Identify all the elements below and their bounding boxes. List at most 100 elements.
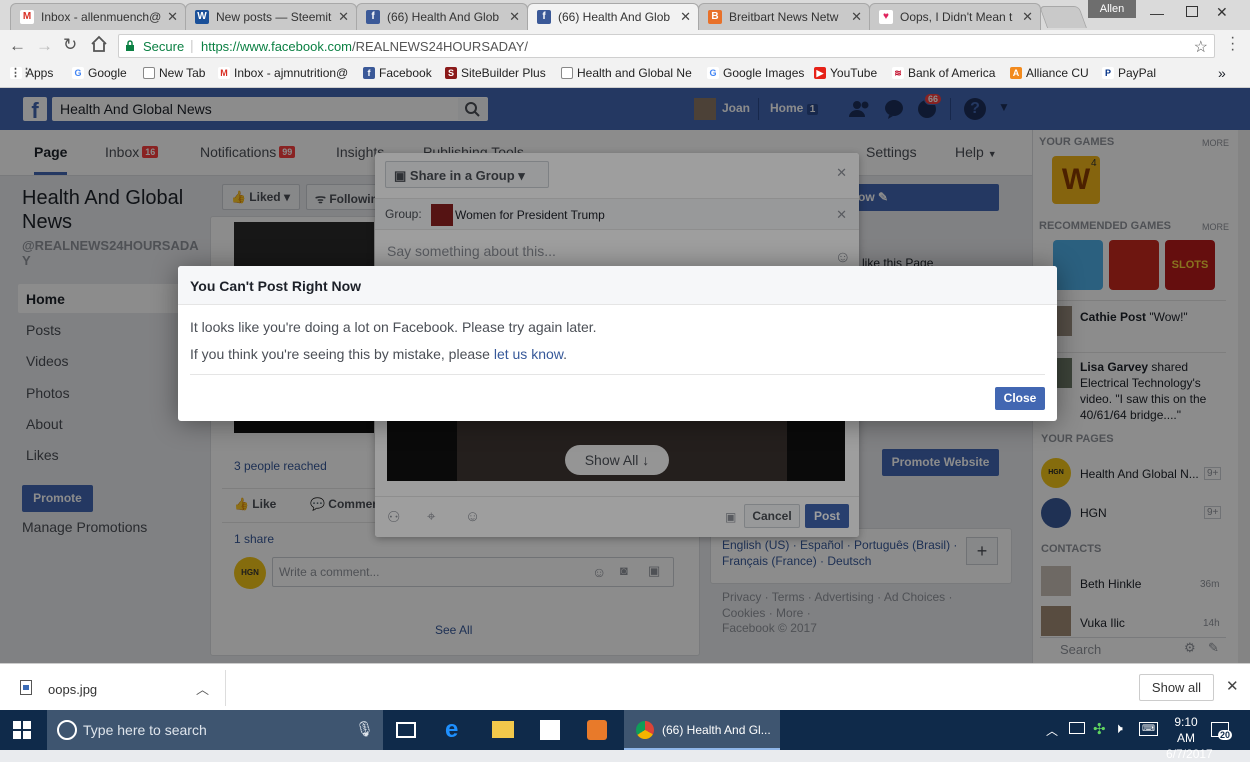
minimize-icon[interactable]: — xyxy=(1150,5,1164,21)
browser-tab-active[interactable]: f (66) Health And Glob ✕ xyxy=(527,3,699,31)
sitebuilder-icon: S xyxy=(445,67,457,79)
bookmark-inbox[interactable]: M Inbox - ajmnutrition@ xyxy=(218,66,348,80)
browser-tab[interactable]: ♥ Oops, I Didn't Mean t ✕ xyxy=(869,3,1041,30)
close-tab-icon[interactable]: ✕ xyxy=(338,9,349,25)
page-icon xyxy=(561,67,573,79)
edge-icon[interactable]: e xyxy=(445,716,458,744)
reload-icon[interactable]: ↻ xyxy=(63,35,77,55)
show-all-downloads-button[interactable]: Show all xyxy=(1139,674,1214,701)
divider xyxy=(190,374,1045,375)
dialog-message-2: If you think you're seeing this by mista… xyxy=(190,346,567,362)
bookmarks-bar: ⋮⋮ Apps G Google New Tab M Inbox - ajmnutri… xyxy=(0,62,1250,88)
breitbart-icon: B xyxy=(708,10,722,24)
facebook-icon: f xyxy=(363,67,375,79)
bookmark-star-icon[interactable]: ☆ xyxy=(1194,37,1208,57)
browser-tab-bar: M Inbox - allenmuench@ ✕ W New posts — Stee… xyxy=(0,0,1250,31)
close-download-bar-icon[interactable]: ✕ xyxy=(1226,677,1239,695)
google-icon: G xyxy=(72,67,84,79)
chevron-up-icon[interactable]: ︿ xyxy=(1046,722,1058,739)
new-tab-button[interactable] xyxy=(1038,6,1088,28)
file-explorer-icon[interactable] xyxy=(492,721,514,738)
download-bar: oops.jpg ︿ Show all ✕ xyxy=(0,663,1250,710)
bookmark-label: Alliance CU xyxy=(1026,66,1089,80)
more-bookmarks-button[interactable]: » xyxy=(1218,65,1226,81)
alert-dialog: You Can't Post Right Now It looks like y… xyxy=(178,266,1057,421)
menu-icon[interactable]: · · · xyxy=(1230,30,1235,58)
let-us-know-link[interactable]: let us know xyxy=(494,346,563,362)
back-icon[interactable]: ← xyxy=(9,36,26,56)
volume-icon[interactable]: 🕨 xyxy=(1114,720,1123,737)
task-view-icon[interactable] xyxy=(396,722,416,738)
clock-date: 6/7/2017 xyxy=(1166,747,1213,761)
google-icon: G xyxy=(707,67,719,79)
tab-label: Inbox - allenmuench@ xyxy=(41,10,162,24)
bookmark-alliance[interactable]: A Alliance CU xyxy=(1010,66,1089,80)
media-player-icon[interactable] xyxy=(587,720,607,740)
clock-time: 9:10 AM xyxy=(1174,715,1198,745)
apps-icon: ⋮⋮ xyxy=(10,67,32,79)
microphone-icon[interactable]: 🎙 xyxy=(355,720,374,738)
profile-button[interactable]: Allen xyxy=(1088,0,1136,18)
bookmark-sitebuilder[interactable]: S SiteBuilder Plus xyxy=(445,66,546,80)
bookmark-label: Google xyxy=(88,66,127,80)
tray-app-icon[interactable]: ✣ xyxy=(1093,720,1106,738)
lock-icon xyxy=(125,40,134,51)
url-prefix: https://www.facebook.com xyxy=(201,39,353,54)
taskbar-search-box[interactable]: Type here to search 🎙 xyxy=(47,710,383,750)
browser-tab[interactable]: M Inbox - allenmuench@ ✕ xyxy=(10,3,186,30)
restore-icon[interactable] xyxy=(1186,6,1198,17)
bookmark-google-images[interactable]: G Google Images xyxy=(707,66,804,80)
keyboard-icon[interactable]: ⌨ xyxy=(1139,722,1158,736)
page-icon xyxy=(143,67,155,79)
omnibox[interactable]: Secure | https://www.facebook.com/REALNE… xyxy=(118,34,1215,58)
file-icon xyxy=(20,680,32,695)
bookmark-health[interactable]: Health and Global Ne xyxy=(561,66,692,80)
tab-label: New posts — Steemit xyxy=(216,10,332,24)
bookmark-youtube[interactable]: ▶ YouTube xyxy=(814,66,877,80)
forward-icon[interactable]: → xyxy=(36,36,53,56)
bookmark-label: PayPal xyxy=(1118,66,1157,80)
paypal-icon: P xyxy=(1102,67,1114,79)
tab-label: Oops, I Didn't Mean t xyxy=(900,10,1013,24)
bookmark-facebook[interactable]: f Facebook xyxy=(363,66,432,80)
browser-tab[interactable]: B Breitbart News Netw ✕ xyxy=(698,3,870,30)
tab-label: (66) Health And Glob xyxy=(558,10,671,24)
taskbar-app-chrome[interactable]: (66) Health And Gl... xyxy=(624,710,780,750)
youtube-icon: ▶ xyxy=(814,67,826,79)
close-tab-icon[interactable]: ✕ xyxy=(851,9,862,25)
browser-tab[interactable]: f (66) Health And Glob ✕ xyxy=(356,3,528,30)
close-window-icon[interactable]: ✕ xyxy=(1216,4,1228,21)
bookmark-boa[interactable]: ≋ Bank of America xyxy=(892,66,995,80)
secure-label: Secure xyxy=(143,39,185,54)
message-text: If you think you're seeing this by mista… xyxy=(190,346,494,362)
close-button[interactable]: Close xyxy=(995,387,1045,410)
close-tab-icon[interactable]: ✕ xyxy=(167,9,178,25)
gmail-icon: M xyxy=(218,67,230,79)
url-path: /REALNEWS24HOURSADAY/ xyxy=(352,39,529,54)
download-file-name[interactable]: oops.jpg xyxy=(48,682,97,697)
bookmark-newtab[interactable]: New Tab xyxy=(143,66,205,80)
store-icon[interactable] xyxy=(540,720,560,740)
bookmark-paypal[interactable]: P PayPal xyxy=(1102,66,1156,80)
taskbar-app-label: (66) Health And Gl... xyxy=(662,723,771,737)
gmail-icon: M xyxy=(20,10,34,24)
bookmark-apps[interactable]: ⋮⋮ Apps xyxy=(10,66,53,80)
bookmark-label: Health and Global Ne xyxy=(577,66,692,80)
windows-start-icon[interactable] xyxy=(13,721,31,739)
bookmark-google[interactable]: G Google xyxy=(72,66,127,80)
browser-tab[interactable]: W New posts — Steemit ✕ xyxy=(185,3,357,30)
taskbar-clock[interactable]: 9:10 AM 6/7/2017 xyxy=(1166,714,1213,762)
close-tab-icon[interactable]: ✕ xyxy=(509,9,520,25)
close-tab-icon[interactable]: ✕ xyxy=(680,9,691,25)
bookmark-label: Facebook xyxy=(379,66,432,80)
windows-taskbar: Type here to search 🎙 e (66) Health And … xyxy=(0,710,1250,761)
address-toolbar: ← → ↻ Secure | https://www.facebook.com/… xyxy=(0,30,1250,62)
chevron-up-icon[interactable]: ︿ xyxy=(196,679,209,698)
home-icon[interactable] xyxy=(90,35,108,53)
bookmark-label: Inbox - ajmnutrition@ xyxy=(234,66,349,80)
tab-label: (66) Health And Glob xyxy=(387,10,500,24)
close-tab-icon[interactable]: ✕ xyxy=(1022,9,1033,25)
action-center-badge: 20 xyxy=(1218,730,1233,740)
separator: | xyxy=(190,37,194,53)
network-icon[interactable] xyxy=(1069,722,1085,734)
